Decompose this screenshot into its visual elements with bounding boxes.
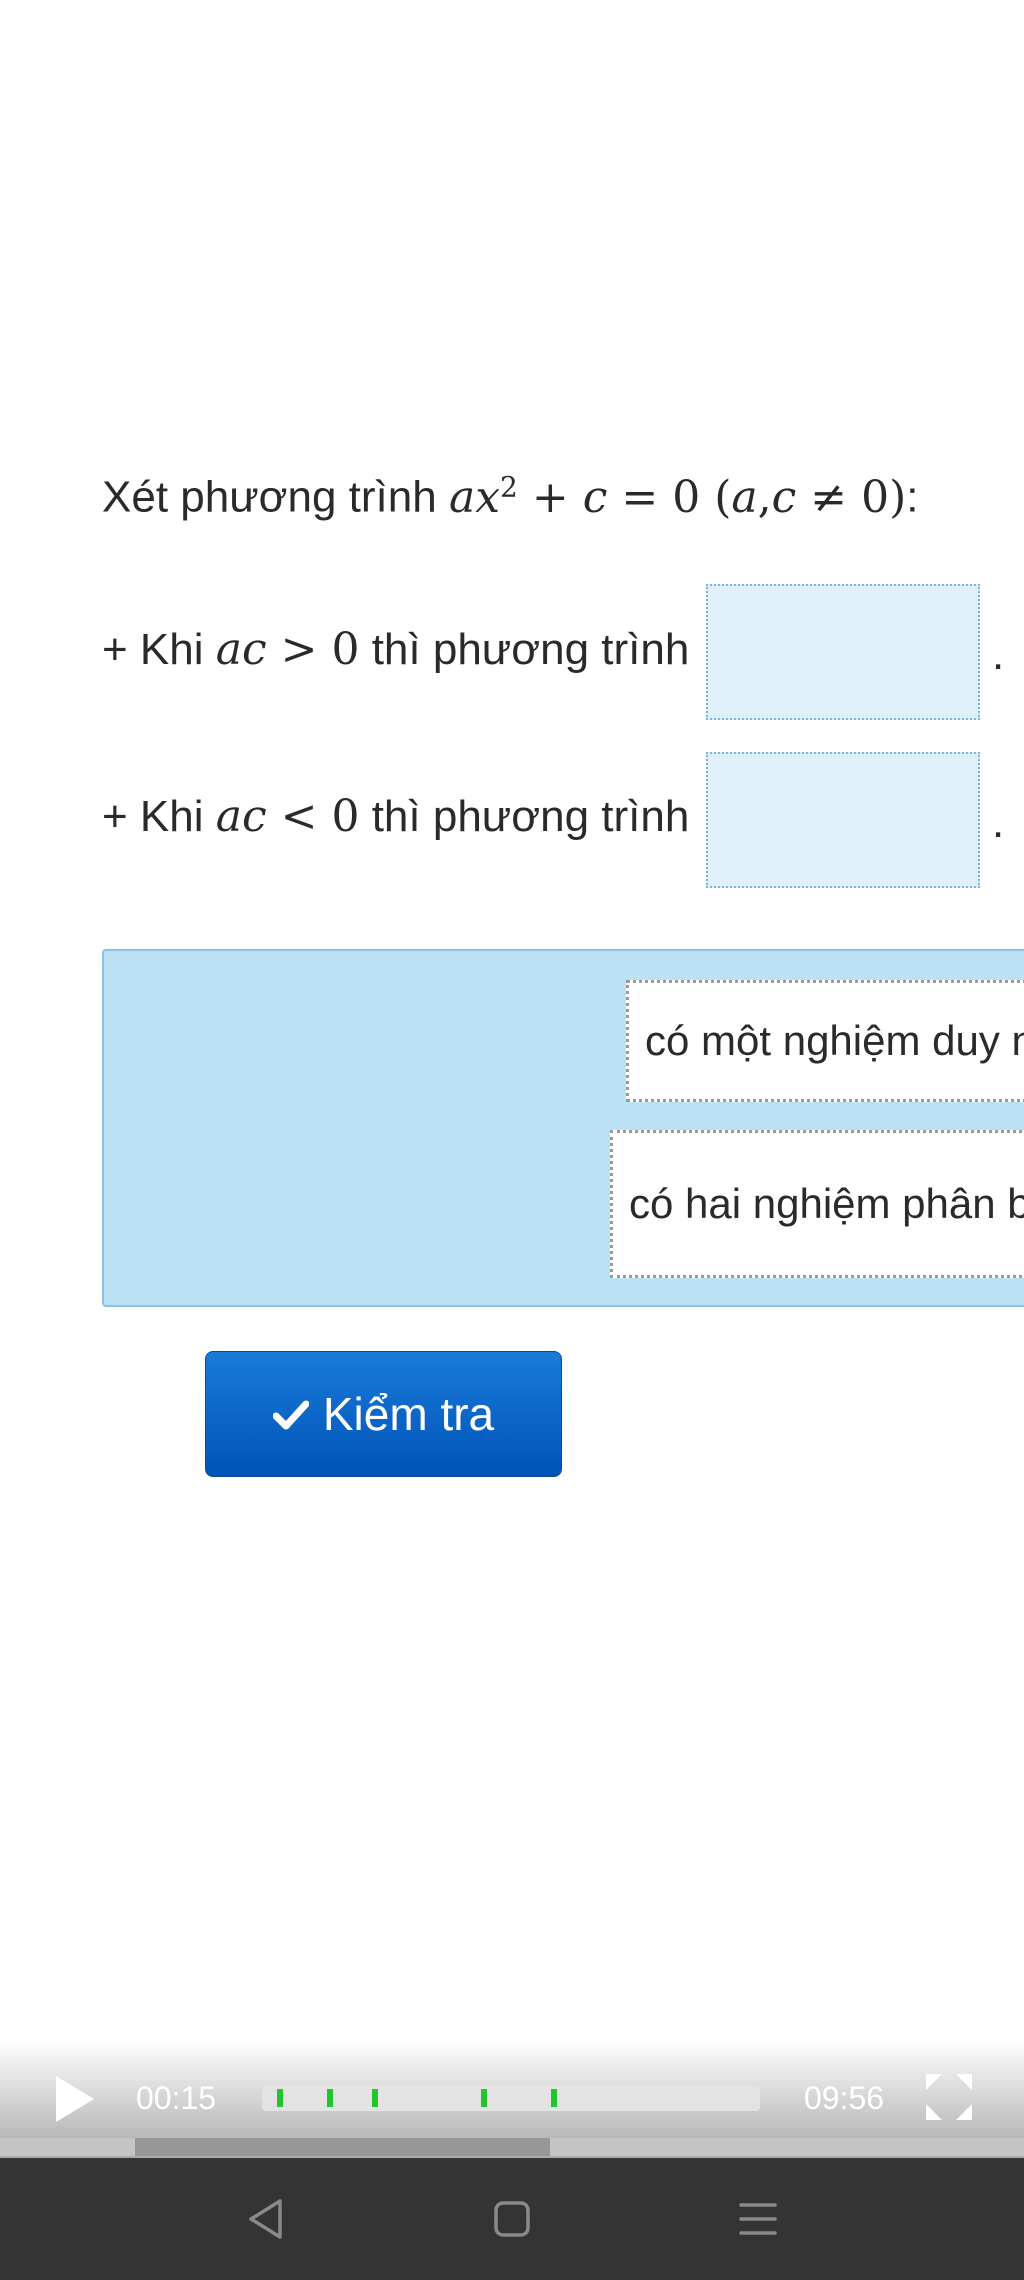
answer-option-1[interactable]: có một nghiệm duy nhất: [626, 980, 1024, 1102]
question-intro: Xét phương trình ax2 + c = 0 (a,c ≠ 0):: [102, 470, 919, 523]
check-button-label: Kiểm tra: [322, 1388, 495, 1440]
timeline-marker[interactable]: [372, 2089, 378, 2107]
timeline-marker[interactable]: [277, 2089, 283, 2107]
line-1-period: .: [992, 630, 1005, 679]
current-time: 00:15: [136, 2080, 217, 2116]
timeline-marker[interactable]: [551, 2089, 557, 2107]
line-2-period: .: [992, 798, 1005, 847]
condition-line-2: + Khi ac < 0 thì phương trình: [102, 791, 690, 842]
recents-icon[interactable]: [738, 2200, 778, 2243]
drop-zone-2[interactable]: [706, 752, 980, 888]
check-button[interactable]: Kiểm tra: [205, 1351, 562, 1477]
fullscreen-icon[interactable]: [924, 2072, 974, 2127]
back-icon[interactable]: [246, 2198, 286, 2245]
answer-option-2[interactable]: có hai nghiệm phân biệt: [610, 1130, 1024, 1278]
equation: ax2 + c = 0 (a,c ≠ 0): [448, 470, 907, 523]
condition-line-1: + Khi ac > 0 thì phương trình: [102, 624, 690, 675]
checkmark-icon: [272, 1387, 310, 1441]
progress-track[interactable]: [262, 2085, 760, 2111]
play-icon[interactable]: [52, 2074, 96, 2129]
drop-zone-1[interactable]: [706, 584, 980, 720]
home-icon[interactable]: [493, 2200, 531, 2243]
timeline-marker[interactable]: [481, 2089, 487, 2107]
timeline-marker[interactable]: [327, 2089, 333, 2107]
total-time: 09:56: [804, 2080, 885, 2116]
scrollbar-thumb[interactable]: [135, 2138, 550, 2156]
